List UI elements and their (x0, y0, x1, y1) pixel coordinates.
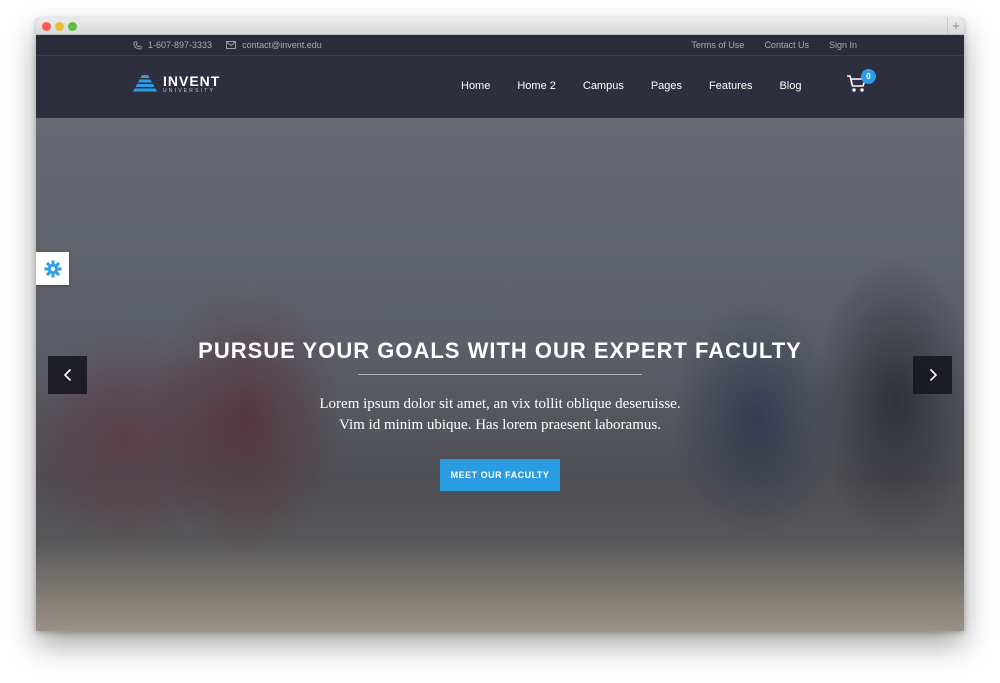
terms-of-use-link[interactable]: Terms of Use (691, 40, 744, 50)
utility-links: Terms of Use Contact Us Sign In (691, 40, 857, 50)
phone-contact[interactable]: 1-607-897-3333 (133, 40, 212, 50)
nav-home[interactable]: Home (461, 80, 490, 92)
site-logo[interactable]: INVENT UNIVERSITY (133, 74, 220, 94)
main-navbar: INVENT UNIVERSITY Home Home 2 Campus Pag… (36, 56, 964, 118)
logo-subtitle: UNIVERSITY (163, 88, 216, 94)
minimize-window-button[interactable] (55, 22, 64, 31)
email-address: contact@invent.edu (242, 40, 322, 50)
slider-next-button[interactable] (913, 356, 952, 394)
contact-us-link[interactable]: Contact Us (764, 40, 809, 50)
email-contact[interactable]: contact@invent.edu (226, 40, 322, 50)
phone-number: 1-607-897-3333 (148, 40, 213, 50)
maximize-window-button[interactable] (68, 22, 77, 31)
hero-title: PURSUE YOUR GOALS WITH OUR EXPERT FACULT… (198, 338, 802, 363)
close-window-button[interactable] (42, 22, 51, 31)
nav-pages[interactable]: Pages (651, 80, 682, 92)
window-titlebar: + (36, 18, 964, 35)
hero-lead: Lorem ipsum dolor sit amet, an vix tolli… (36, 394, 964, 436)
hero-divider (358, 374, 642, 375)
settings-panel-toggle[interactable] (36, 252, 69, 285)
logo-mark-icon (133, 75, 157, 92)
nav-campus[interactable]: Campus (583, 80, 624, 92)
logo-name: INVENT (163, 73, 221, 89)
nav-blog[interactable]: Blog (779, 80, 801, 92)
chevron-left-icon (63, 368, 71, 382)
logo-text: INVENT UNIVERSITY (163, 74, 220, 94)
cart-count-badge: 0 (861, 69, 876, 84)
browser-window: + 1-607-897-3333 contact@invent.edu Term… (36, 18, 964, 631)
hero-lead-line-2: Vim id minim ubique. Has lorem praesent … (339, 417, 661, 433)
hero-slider: PURSUE YOUR GOALS WITH OUR EXPERT FACULT… (36, 118, 964, 631)
mail-icon (226, 41, 237, 49)
chevron-right-icon (929, 368, 937, 382)
nav-features[interactable]: Features (709, 80, 752, 92)
main-menu: Home Home 2 Campus Pages Features Blog (461, 80, 802, 92)
contact-info: 1-607-897-3333 contact@invent.edu (133, 40, 322, 50)
cart-button[interactable]: 0 (846, 69, 876, 98)
slider-prev-button[interactable] (48, 356, 87, 394)
gear-icon (44, 260, 61, 277)
new-tab-button[interactable]: + (947, 18, 964, 35)
top-info-bar: 1-607-897-3333 contact@invent.edu Terms … (36, 35, 964, 56)
nav-home-2[interactable]: Home 2 (517, 80, 556, 92)
hero-lead-line-1: Lorem ipsum dolor sit amet, an vix tolli… (319, 396, 681, 412)
meet-our-faculty-button[interactable]: MEET OUR FACULTY (440, 459, 560, 491)
phone-icon (133, 40, 142, 50)
hero-photo-table (36, 541, 964, 631)
sign-in-link[interactable]: Sign In (829, 40, 857, 50)
